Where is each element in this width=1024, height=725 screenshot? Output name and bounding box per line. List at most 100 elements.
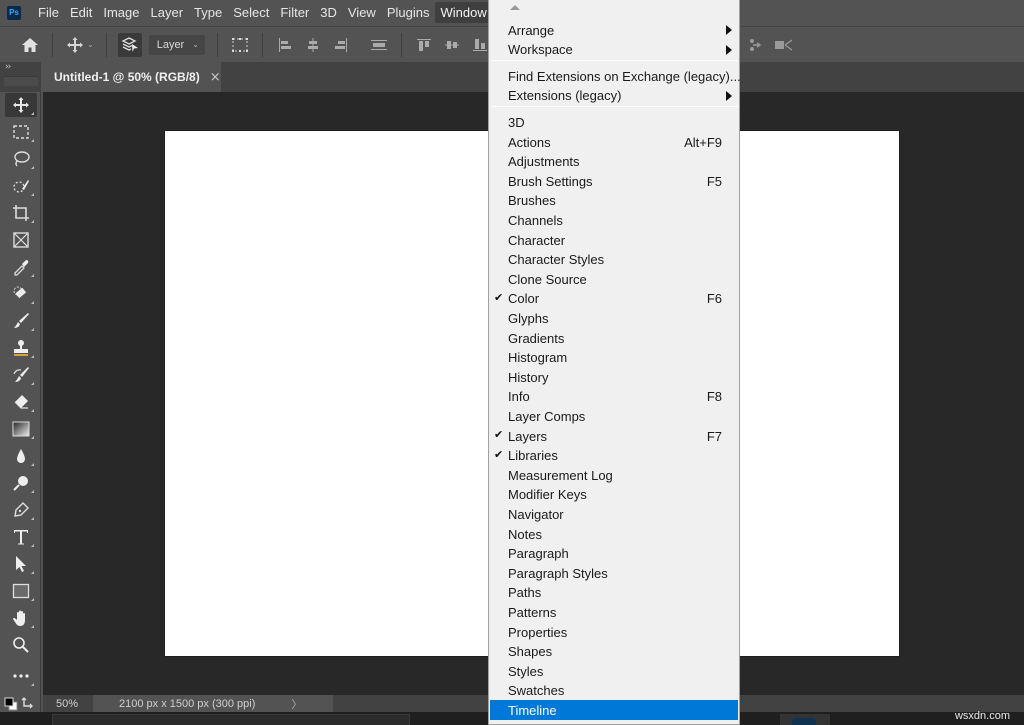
menu-item-label: History — [508, 369, 549, 385]
window-menu-item-brushes[interactable]: Brushes — [490, 191, 738, 211]
window-menu-item-swatches[interactable]: Swatches — [490, 681, 738, 701]
window-menu-item-patterns[interactable]: Patterns — [490, 602, 738, 622]
window-menu-item-paths[interactable]: Paths — [490, 583, 738, 603]
brush-tool[interactable] — [5, 309, 37, 333]
window-menu-item-find-extensions-on-exchange-legacy[interactable]: Find Extensions on Exchange (legacy)... — [490, 66, 741, 86]
window-menu-item-actions[interactable]: Actions Alt+F9 — [490, 132, 738, 152]
menu-plugins[interactable]: Plugins — [382, 2, 435, 23]
gradient-tool[interactable] — [5, 417, 37, 441]
window-menu-item-timeline[interactable]: Timeline — [490, 700, 738, 721]
pen-tool[interactable] — [5, 498, 37, 522]
close-icon[interactable]: × — [210, 70, 221, 85]
taskbar-photoshop-button[interactable] — [780, 714, 830, 725]
window-menu-item-character[interactable]: Character — [490, 230, 738, 250]
zoom-tool[interactable] — [5, 633, 37, 657]
align-top-edges-icon[interactable] — [413, 34, 435, 56]
type-tool[interactable] — [5, 525, 37, 549]
window-menu-item-channels[interactable]: Channels — [490, 210, 738, 230]
menu-select[interactable]: Select — [228, 2, 274, 23]
dodge-tool[interactable] — [5, 471, 37, 495]
menu-filter[interactable]: Filter — [275, 2, 314, 23]
menu-item-label: Info — [508, 389, 530, 405]
document-tab[interactable]: Untitled-1 @ 50% (RGB/8) × — [43, 62, 221, 92]
3d-camera-icon[interactable] — [773, 34, 795, 56]
rectangular-marquee-tool[interactable] — [5, 120, 37, 144]
menu-view[interactable]: View — [343, 2, 381, 23]
auto-select-target-dropdown[interactable]: Layer ⌄ — [148, 34, 205, 55]
window-menu-item-info[interactable]: Info F8 — [490, 387, 738, 407]
clone-stamp-tool[interactable] — [5, 336, 37, 360]
3d-slide-icon[interactable] — [745, 34, 767, 56]
menu-file[interactable]: File — [33, 2, 64, 23]
menu-image[interactable]: Image — [98, 2, 144, 23]
window-menu-item-3d[interactable]: 3D — [490, 112, 738, 132]
swap-colors-icon[interactable] — [21, 696, 35, 710]
blur-tool[interactable] — [5, 444, 37, 468]
window-menu-item-history[interactable]: History — [490, 367, 738, 387]
auto-select-layers-icon[interactable] — [117, 32, 142, 57]
window-menu-item-properties[interactable]: Properties — [490, 622, 738, 642]
type-icon — [12, 528, 30, 546]
move-tool[interactable] — [5, 93, 37, 117]
pen-icon — [12, 501, 30, 519]
menu-3d[interactable]: 3D — [315, 2, 342, 23]
history-brush-tool[interactable] — [5, 363, 37, 387]
status-menu-arrow-icon[interactable]: 〉 — [291, 696, 302, 712]
taskbar-button[interactable] — [52, 714, 410, 725]
align-left-edges-icon[interactable] — [274, 34, 296, 56]
window-menu-item-paragraph[interactable]: Paragraph — [490, 544, 738, 564]
align-vertical-centers-icon[interactable] — [441, 34, 463, 56]
window-menu-item-shapes[interactable]: Shapes — [490, 642, 738, 662]
home-icon[interactable] — [19, 34, 41, 56]
spot-healing-brush-tool[interactable] — [5, 282, 37, 306]
eraser-tool[interactable] — [5, 390, 37, 414]
window-menu-item-glyphs[interactable]: Glyphs — [490, 308, 738, 328]
window-menu-item-measurement-log[interactable]: Measurement Log — [490, 465, 738, 485]
align-horizontal-centers-icon[interactable] — [302, 34, 324, 56]
default-colors-icon[interactable] — [4, 696, 18, 711]
path-selection-tool[interactable] — [5, 552, 37, 576]
window-menu-item-gradients[interactable]: Gradients — [490, 328, 738, 348]
crop-tool[interactable] — [5, 201, 37, 225]
window-menu-item-extensions-legacy[interactable]: Extensions (legacy) — [490, 86, 738, 106]
window-menu-item-layers[interactable]: ✔ Layers F7 — [490, 426, 738, 446]
edit-toolbar-button[interactable] — [5, 664, 37, 688]
frame-tool[interactable] — [5, 228, 37, 252]
menu-window[interactable]: Window — [435, 2, 492, 23]
move-tool-preset-chevron-icon[interactable]: ⌄ — [87, 40, 94, 49]
menu-item-label: Arrange — [508, 22, 555, 38]
menu-type[interactable]: Type — [189, 2, 227, 23]
menu-item-label: Styles — [508, 663, 544, 679]
object-selection-tool[interactable] — [5, 174, 37, 198]
window-menu-item-paragraph-styles[interactable]: Paragraph Styles — [490, 563, 738, 583]
crop-icon — [12, 204, 30, 222]
window-menu-item-libraries[interactable]: ✔ Libraries — [490, 446, 738, 466]
hand-tool[interactable] — [5, 606, 37, 630]
window-menu-item-clone-source[interactable]: Clone Source — [490, 269, 738, 289]
window-menu-item-navigator[interactable]: Navigator — [490, 504, 738, 524]
distribute-vertically-icon[interactable] — [368, 34, 390, 56]
lasso-tool[interactable] — [5, 147, 37, 171]
window-menu-item-histogram[interactable]: Histogram — [490, 348, 738, 368]
window-menu-item-layer-comps[interactable]: Layer Comps — [490, 406, 738, 426]
window-menu-item-brush-settings[interactable]: Brush Settings F5 — [490, 171, 738, 191]
rectangle-tool[interactable] — [5, 579, 37, 603]
transform-controls-icon[interactable] — [229, 34, 251, 56]
align-right-edges-icon[interactable] — [330, 34, 352, 56]
window-menu-item-modifier-keys[interactable]: Modifier Keys — [490, 485, 738, 505]
window-menu-item-color[interactable]: ✔ Color F6 — [490, 289, 738, 309]
menu-edit[interactable]: Edit — [65, 2, 97, 23]
scroll-up-arrow-icon[interactable] — [510, 5, 520, 10]
menu-layer[interactable]: Layer — [146, 2, 189, 23]
window-menu-item-character-styles[interactable]: Character Styles — [490, 250, 738, 270]
window-menu-item-notes[interactable]: Notes — [490, 524, 738, 544]
window-menu-item-workspace[interactable]: Workspace — [490, 40, 738, 60]
window-menu-item-adjustments[interactable]: Adjustments — [490, 152, 738, 172]
toolbar-grip[interactable] — [4, 76, 38, 86]
window-menu-item-arrange[interactable]: Arrange — [490, 20, 738, 40]
move-icon[interactable] — [64, 34, 86, 56]
collapse-toolbar-button[interactable]: ›› — [5, 62, 11, 72]
zoom-level[interactable]: 50% — [43, 698, 93, 710]
eyedropper-tool[interactable] — [5, 255, 37, 279]
window-menu-item-styles[interactable]: Styles — [490, 661, 738, 681]
